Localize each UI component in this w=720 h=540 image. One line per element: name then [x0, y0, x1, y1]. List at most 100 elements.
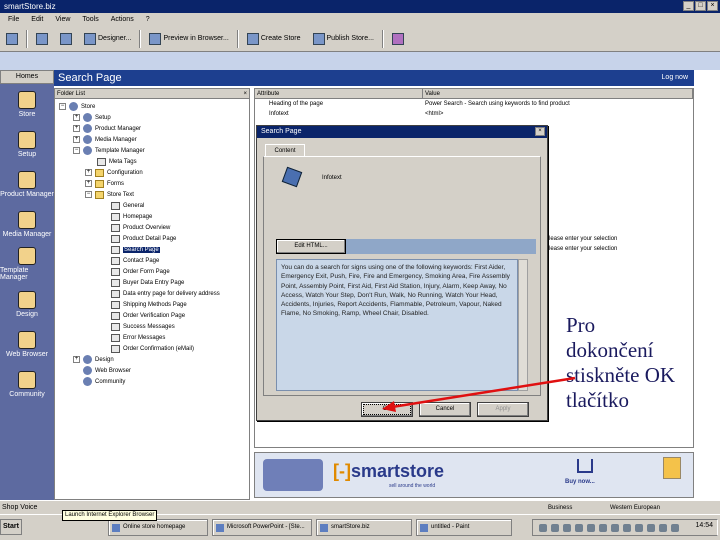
collapse-icon[interactable]: −	[73, 147, 80, 154]
dialog-close-icon[interactable]: ×	[535, 127, 545, 136]
tree-node-order-verification[interactable]: Order Verification Page	[111, 310, 185, 321]
tree-node-media-manager[interactable]: + Media Manager	[73, 134, 137, 145]
tree-node-setup[interactable]: + Setup	[73, 112, 111, 123]
outlook-item-store[interactable]: Store	[0, 84, 54, 124]
attribute-row[interactable]: Heading of the page Power Search - Searc…	[255, 99, 693, 109]
designer-label: Designer...	[98, 35, 132, 42]
outlook-item-setup[interactable]: Setup	[0, 124, 54, 164]
tree-node-design[interactable]: + Design	[73, 354, 114, 365]
tree-node-web-browser[interactable]: Web Browser	[83, 365, 131, 376]
template-manager-icon	[83, 146, 92, 155]
cancel-button[interactable]: Cancel	[419, 402, 471, 417]
tree-node-contact-page[interactable]: Contact Page	[111, 255, 159, 266]
expand-icon[interactable]: +	[85, 180, 92, 187]
tray-icon[interactable]	[551, 524, 559, 532]
tray-icon[interactable]	[659, 524, 667, 532]
preview-button[interactable]: Preview in Browser...	[145, 30, 232, 48]
menu-edit[interactable]: Edit	[31, 13, 43, 26]
tree-node-search-page[interactable]: Search Page	[111, 244, 160, 255]
tree-node-forms[interactable]: + Forms	[85, 178, 124, 189]
menu-view[interactable]: View	[55, 13, 70, 26]
preview-icon	[149, 32, 162, 45]
extra-tool-button[interactable]	[388, 30, 408, 48]
tree-node-success-messages[interactable]: Success Messages	[111, 321, 175, 332]
publish-store-button[interactable]: Publish Store...	[309, 30, 378, 48]
outlook-item-product-manager[interactable]: Product Manager	[0, 164, 54, 204]
menu-file[interactable]: File	[8, 13, 19, 26]
tray-icon[interactable]	[599, 524, 607, 532]
outlook-item-community[interactable]: Community	[0, 364, 54, 404]
outlook-item-template-manager[interactable]: Template Manager	[0, 244, 54, 284]
infotext-textarea[interactable]: You can do a search for signs using one …	[276, 259, 518, 391]
taskbar-button[interactable]: untitled - Paint	[416, 519, 512, 536]
ok-button[interactable]: OK	[361, 402, 413, 417]
taskbar-button[interactable]: Microsoft PowerPoint - [Ste...	[212, 519, 312, 536]
outlook-item-media-manager[interactable]: Media Manager	[0, 204, 54, 244]
tree-node-error-messages[interactable]: Error Messages	[111, 332, 165, 343]
outlook-bar-header[interactable]: Homes	[0, 70, 54, 84]
tray-icon[interactable]	[539, 524, 547, 532]
edit-html-button[interactable]: Edit HTML...	[276, 239, 346, 254]
tray-icon[interactable]	[611, 524, 619, 532]
tray-icon[interactable]	[587, 524, 595, 532]
tree-node-product-detail[interactable]: Product Detail Page	[111, 233, 176, 244]
menu-help[interactable]: ?	[146, 13, 150, 26]
expand-icon[interactable]: +	[73, 114, 80, 121]
expand-icon[interactable]: +	[73, 356, 80, 363]
expand-icon[interactable]: +	[73, 136, 80, 143]
tree-node-community[interactable]: Community	[83, 376, 125, 387]
tree-node-meta-tags[interactable]: Meta Tags	[97, 156, 137, 167]
tray-icon[interactable]	[635, 524, 643, 532]
close-button[interactable]: ×	[707, 1, 718, 11]
tree-node-shipping-methods[interactable]: Shipping Methods Page	[111, 299, 187, 310]
minimize-button[interactable]: _	[683, 1, 694, 11]
outlook-item-design[interactable]: Design	[0, 284, 54, 324]
create-store-button[interactable]: Create Store	[243, 30, 305, 48]
value-column-header[interactable]: Value	[423, 89, 693, 98]
tree-node-store[interactable]: − Store	[59, 101, 95, 112]
attribute-row[interactable]: Infotext <html>	[255, 109, 693, 119]
tree-node-configuration[interactable]: + Configuration	[85, 167, 143, 178]
tree-node-buyer-data[interactable]: Buyer Data Entry Page	[111, 277, 184, 288]
tree-node-product-manager[interactable]: + Product Manager	[73, 123, 141, 134]
tray-icon[interactable]	[647, 524, 655, 532]
attribute-column-header[interactable]: Attribute	[255, 89, 423, 98]
tree-node-order-confirmation[interactable]: Order Confirmation (eMail)	[111, 343, 194, 354]
textarea-scrollbar[interactable]	[518, 259, 528, 391]
smartstore-banner[interactable]: [-]smartstore sell around the world Buy …	[254, 452, 694, 498]
window-title-bar: smartStore.biz _ □ ×	[0, 0, 720, 13]
tree-node-order-form[interactable]: Order Form Page	[111, 266, 170, 277]
start-button[interactable]: Start	[0, 519, 22, 535]
apply-button[interactable]: Apply	[477, 402, 529, 417]
expand-icon[interactable]: +	[73, 125, 80, 132]
view-list-button[interactable]	[56, 30, 76, 48]
tray-icon[interactable]	[575, 524, 583, 532]
tree-node-delivery-address[interactable]: Data entry page for delivery address	[111, 288, 220, 299]
folder-icon	[95, 179, 104, 188]
tree-node-general[interactable]: General	[111, 200, 144, 211]
community-icon	[18, 370, 36, 389]
maximize-button[interactable]: □	[695, 1, 706, 11]
menu-actions[interactable]: Actions	[111, 13, 134, 26]
tree-node-template-manager[interactable]: − Template Manager	[73, 145, 145, 156]
collapse-icon[interactable]: −	[59, 103, 66, 110]
taskbar-button[interactable]: smartStore.biz	[316, 519, 412, 536]
tray-icon[interactable]	[671, 524, 679, 532]
designer-button[interactable]: Designer...	[80, 30, 135, 48]
outlook-item-web-browser[interactable]: Web Browser	[0, 324, 54, 364]
collapse-icon[interactable]: −	[85, 191, 92, 198]
taskbar-button[interactable]: Online store homepage	[108, 519, 208, 536]
tree-node-homepage[interactable]: Homepage	[111, 211, 152, 222]
tray-icon[interactable]	[563, 524, 571, 532]
tree-node-product-overview[interactable]: Product Overview	[111, 222, 170, 233]
logout-link[interactable]: Log now	[662, 70, 688, 86]
tree-node-label: Product Detail Page	[123, 235, 177, 242]
back-button[interactable]	[2, 30, 22, 48]
view-tree-button[interactable]	[32, 30, 52, 48]
close-icon[interactable]: ×	[243, 89, 247, 99]
buy-now-link[interactable]: Buy now...	[565, 479, 595, 485]
tree-node-store-text[interactable]: − Store Text	[85, 189, 134, 200]
expand-icon[interactable]: +	[85, 169, 92, 176]
tray-icon[interactable]	[623, 524, 631, 532]
menu-tools[interactable]: Tools	[82, 13, 98, 26]
